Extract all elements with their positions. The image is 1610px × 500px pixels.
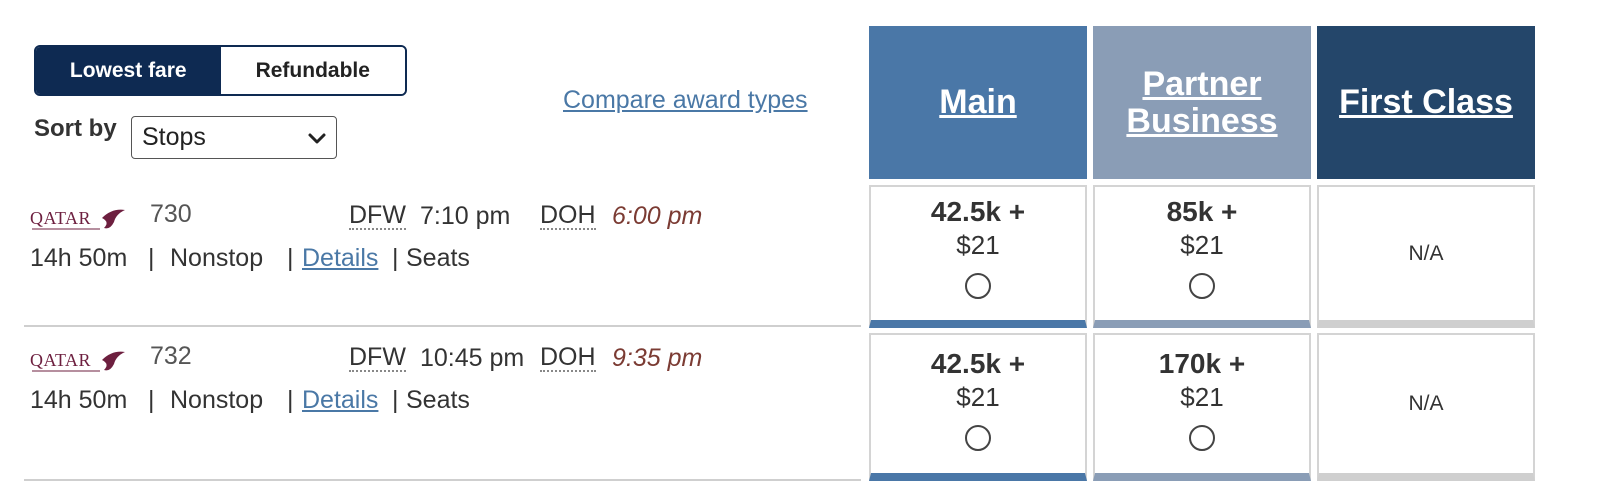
stops-label: Nonstop (170, 244, 264, 272)
row-divider (24, 479, 861, 481)
fare-cash: $21 (956, 230, 1000, 260)
fare-miles: 42.5k + (930, 196, 1026, 227)
column-label-line2: Business (1126, 101, 1278, 140)
radio-button-icon[interactable] (965, 425, 991, 451)
separator: | (148, 244, 155, 272)
flight-duration: 14h 50m (30, 244, 128, 272)
logo-wordmark: QATAR (30, 350, 91, 370)
column-label: First Class (1339, 83, 1513, 121)
fare-type-toggle[interactable]: Lowest fare Refundable (34, 45, 407, 96)
column-header-main[interactable]: Main (869, 26, 1087, 179)
chevron-down-icon (308, 133, 326, 143)
sort-selected-value: Stops (142, 123, 206, 151)
depart-time: 7:10 pm (420, 202, 511, 230)
row-divider (24, 325, 861, 327)
fare-miles: 85k + (1166, 196, 1238, 227)
flight-row: QATAR 730 DFW 7:10 pm DOH 6:00 pm 14h 50… (0, 186, 869, 326)
seats-link[interactable]: Seats (406, 386, 470, 415)
column-label-line1: Partner (1142, 64, 1262, 103)
fare-cash: $21 (1180, 382, 1224, 412)
refundable-option[interactable]: Refundable (220, 47, 405, 94)
lowest-fare-option[interactable]: Lowest fare (36, 47, 221, 94)
details-link[interactable]: Details (302, 244, 378, 273)
compare-award-types-link[interactable]: Compare award types (563, 86, 808, 115)
seats-link[interactable]: Seats (406, 244, 470, 273)
column-header-partner-business[interactable]: Partner Business (1093, 26, 1311, 179)
arrive-airport[interactable]: DOH (540, 345, 596, 372)
qatar-airways-logo-icon: QATAR (30, 350, 125, 372)
depart-airport[interactable]: DFW (349, 345, 406, 372)
logo-wordmark: QATAR (30, 208, 91, 228)
flight-duration: 14h 50m (30, 386, 128, 414)
radio-button-icon[interactable] (965, 273, 991, 299)
flight-number: 732 (150, 342, 192, 370)
qatar-airways-logo-icon: QATAR (30, 208, 125, 230)
column-header-first-class[interactable]: First Class (1317, 26, 1535, 179)
separator: | (392, 386, 399, 414)
fare-cell-main[interactable]: 42.5k + $21 (869, 185, 1087, 328)
depart-airport[interactable]: DFW (349, 203, 406, 230)
separator: | (392, 244, 399, 272)
stops-label: Nonstop (170, 386, 264, 414)
fare-cash: $21 (956, 382, 1000, 412)
fare-cash: $21 (1180, 230, 1224, 260)
fare-cell-main[interactable]: 42.5k + $21 (869, 333, 1087, 481)
separator: | (148, 386, 155, 414)
sort-select[interactable]: Stops (131, 116, 337, 159)
fare-not-available: N/A (1408, 241, 1444, 265)
fare-cell-first-class: N/A (1317, 333, 1535, 481)
fare-cell-first-class: N/A (1317, 185, 1535, 328)
flight-number: 730 (150, 200, 192, 228)
separator: | (287, 386, 294, 414)
fare-cell-partner-business[interactable]: 85k + $21 (1093, 185, 1311, 328)
fare-miles: 42.5k + (930, 348, 1026, 379)
fare-cell-partner-business[interactable]: 170k + $21 (1093, 333, 1311, 481)
column-label: Main (939, 83, 1017, 121)
depart-time: 10:45 pm (420, 344, 525, 372)
sort-by-label: Sort by (34, 115, 117, 142)
separator: | (287, 244, 294, 272)
radio-button-icon[interactable] (1189, 273, 1215, 299)
fare-miles: 170k + (1158, 348, 1246, 379)
arrive-time: 9:35 pm (612, 344, 703, 372)
arrive-time: 6:00 pm (612, 202, 703, 230)
details-link[interactable]: Details (302, 386, 378, 415)
radio-button-icon[interactable] (1189, 425, 1215, 451)
fare-not-available: N/A (1408, 392, 1444, 415)
flight-row: QATAR 732 DFW 10:45 pm DOH 9:35 pm 14h 5… (0, 328, 869, 478)
arrive-airport[interactable]: DOH (540, 203, 596, 230)
